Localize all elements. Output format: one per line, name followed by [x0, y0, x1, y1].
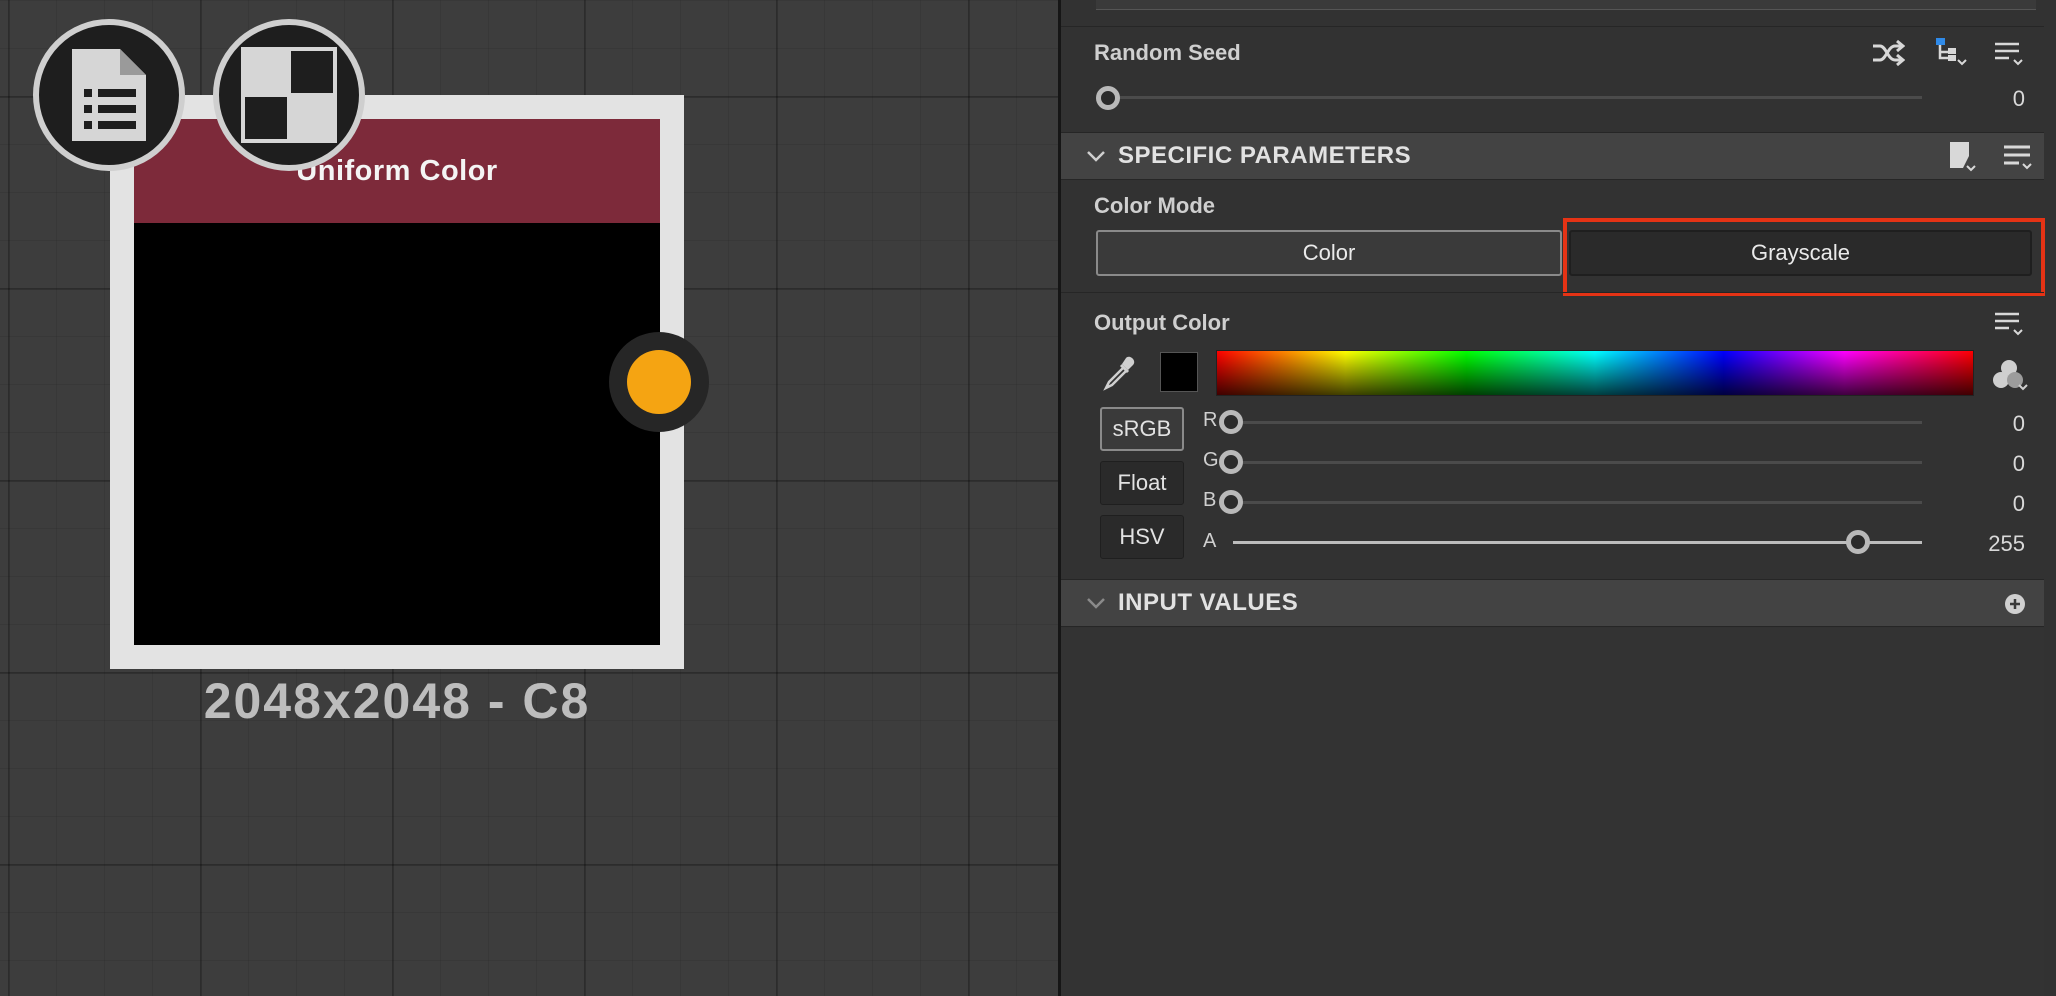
input-values-header[interactable]: INPUT VALUES — [1061, 579, 2044, 627]
color-swatch[interactable] — [1160, 352, 1198, 392]
channel-r-slider-track[interactable] — [1233, 421, 1922, 424]
float-button[interactable]: Float — [1100, 461, 1184, 505]
chevron-down-icon[interactable] — [1083, 143, 1109, 169]
add-input-icon[interactable] — [2005, 594, 2025, 614]
channel-b-slider-track[interactable] — [1233, 501, 1922, 504]
checker-pattern-icon-graphic — [241, 47, 337, 143]
random-seed-label: Random Seed — [1094, 40, 1241, 65]
channel-a-label: A — [1203, 530, 1217, 552]
srgb-button[interactable]: sRGB — [1100, 407, 1184, 451]
color-palette-icon[interactable] — [1991, 358, 2029, 392]
section-menu-icon[interactable] — [2001, 143, 2035, 171]
document-list-icon-graphic — [72, 49, 146, 141]
node-title[interactable]: Uniform Color — [134, 119, 660, 223]
random-seed-slider-handle[interactable] — [1096, 86, 1120, 110]
input-values-title: INPUT VALUES — [1118, 589, 1299, 616]
channel-g-label: G — [1203, 449, 1219, 471]
uniform-color-node[interactable]: Uniform Color — [110, 95, 684, 669]
random-seed-slider-track[interactable] — [1108, 96, 1922, 99]
random-seed-value[interactable]: 0 — [1945, 86, 2025, 112]
channel-g-slider-track[interactable] — [1233, 461, 1922, 464]
highlight-box — [1563, 218, 2045, 296]
preset-dropdown-icon[interactable] — [1947, 140, 1979, 174]
specific-parameters-header[interactable]: SPECIFIC PARAMETERS — [1061, 132, 2044, 180]
menu-dropdown-icon[interactable] — [1993, 40, 2027, 68]
checker-pattern-icon[interactable] — [213, 19, 365, 171]
shuffle-icon[interactable] — [1871, 38, 1906, 68]
channel-g-slider-handle[interactable] — [1219, 450, 1243, 474]
output-color-label: Output Color — [1094, 310, 1230, 335]
channel-a-value[interactable]: 255 — [1945, 531, 2025, 557]
graph-canvas[interactable]: Uniform Color 2048x2048 - C8 — [0, 0, 1058, 996]
properties-panel: Random Seed 0 SPECIFIC PARAMETERS Color … — [1061, 0, 2056, 996]
hierarchy-dropdown-icon[interactable] — [1934, 36, 1968, 68]
specific-parameters-title: SPECIFIC PARAMETERS — [1118, 142, 1412, 169]
channel-g-value[interactable]: 0 — [1945, 451, 2025, 477]
channel-b-slider-handle[interactable] — [1219, 490, 1243, 514]
hue-spectrum-picker[interactable] — [1216, 350, 1974, 396]
hsv-button[interactable]: HSV — [1100, 515, 1184, 559]
row-separator — [1061, 292, 2044, 293]
channel-r-slider-handle[interactable] — [1219, 410, 1243, 434]
top-field-remnant — [1096, 0, 2036, 10]
color-mode-color-button[interactable]: Color — [1096, 230, 1562, 276]
panel-empty-area — [1061, 628, 2044, 996]
output-color-menu-icon[interactable] — [1993, 310, 2027, 338]
channel-r-value[interactable]: 0 — [1945, 411, 2025, 437]
eyedropper-icon[interactable] — [1101, 354, 1139, 392]
channel-a-slider-track[interactable] — [1233, 541, 1922, 544]
output-port-dot — [627, 350, 691, 414]
row-separator — [1061, 26, 2044, 27]
channel-a-slider-handle[interactable] — [1846, 530, 1870, 554]
channel-r-label: R — [1203, 409, 1218, 431]
color-mode-label: Color Mode — [1094, 193, 1215, 218]
document-list-icon[interactable] — [33, 19, 185, 171]
channel-b-value[interactable]: 0 — [1945, 491, 2025, 517]
node-preview-thumbnail — [134, 223, 660, 645]
chevron-down-icon[interactable] — [1083, 590, 1109, 616]
channel-b-label: B — [1203, 489, 1217, 511]
node-resolution-caption: 2048x2048 - C8 — [203, 673, 591, 729]
output-port[interactable] — [609, 332, 709, 432]
